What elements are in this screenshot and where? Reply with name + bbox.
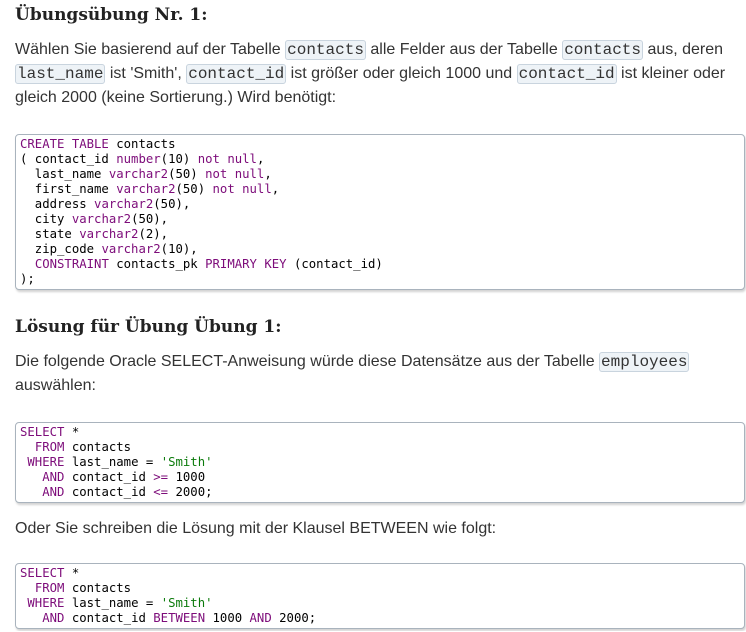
- code-token: AND: [249, 611, 272, 625]
- code-token: contact_id: [64, 611, 154, 625]
- code-token: last_name =: [64, 596, 161, 610]
- code-token: WHERE: [27, 596, 65, 610]
- solution-heading: Lösung für Übung Übung 1:: [15, 317, 282, 337]
- code-token: 'Smith': [160, 596, 213, 610]
- code-token: varchar2: [101, 242, 161, 256]
- code-token: 1000: [168, 470, 206, 484]
- between-description: Oder Sie schreiben die Lösung mit der Kl…: [15, 520, 497, 537]
- code-token: <=: [153, 485, 169, 499]
- inline-code-column: contact_id: [516, 64, 617, 84]
- code-token: PRIMARY KEY: [205, 257, 287, 271]
- code-token: 2000;: [271, 611, 317, 625]
- code-token: varchar2: [71, 212, 132, 226]
- create-table-code-block[interactable]: CREATE TABLE contacts ( contact_id numbe…: [15, 134, 745, 290]
- code-token: ,: [256, 152, 265, 166]
- code-token: zip_code: [20, 242, 102, 256]
- code-token: 2000;: [168, 485, 213, 499]
- code-token: last_name =: [64, 455, 161, 469]
- code-token: (2),: [138, 227, 169, 241]
- code-token: last_name: [20, 167, 109, 181]
- inline-code-column: contact_id: [186, 64, 287, 84]
- code-token: state: [20, 227, 80, 241]
- code-token: *: [64, 566, 80, 580]
- code-token: varchar2: [108, 167, 169, 181]
- code-token: ,: [271, 182, 280, 196]
- code-token: (50): [175, 182, 213, 196]
- code-token: (10),: [160, 242, 198, 256]
- code-token: (contact_id): [286, 257, 383, 271]
- code-token: contacts: [64, 440, 132, 454]
- between-query-code-block[interactable]: SELECT * FROM contacts WHERE last_name =…: [15, 563, 745, 629]
- solution-description: Die folgende Oracle SELECT-Anweisung wür…: [15, 352, 690, 394]
- code-token: first_name: [20, 182, 117, 196]
- code-token: SELECT: [20, 425, 65, 439]
- code-token: FROM: [34, 440, 65, 454]
- code-token: SELECT: [20, 566, 65, 580]
- code-token: not null: [205, 167, 265, 181]
- code-token: city: [20, 212, 72, 226]
- inline-code-table: contacts: [285, 40, 366, 60]
- exercise-description: Wählen Sie basierend auf der Tabelle con…: [15, 40, 726, 106]
- code-token: AND: [42, 485, 65, 499]
- code-token: AND: [42, 470, 65, 484]
- code-token: FROM: [34, 581, 65, 595]
- code-token: >=: [153, 470, 169, 484]
- exercise-heading: Übungsübung Nr. 1:: [15, 5, 208, 25]
- code-token: varchar2: [79, 227, 139, 241]
- code-token: (50),: [153, 197, 191, 211]
- code-token: varchar2: [116, 182, 176, 196]
- code-token: varchar2: [94, 197, 154, 211]
- code-token: (10): [160, 152, 198, 166]
- code-token: contact_id: [64, 485, 154, 499]
- inline-code-column: last_name: [15, 64, 106, 84]
- code-token: AND: [42, 611, 65, 625]
- code-token: (50),: [131, 212, 169, 226]
- code-token: 1000: [205, 611, 250, 625]
- code-token: contacts_pk: [108, 257, 206, 271]
- code-token: WHERE: [27, 455, 65, 469]
- code-token: ,: [264, 167, 272, 181]
- code-token: not null: [212, 182, 272, 196]
- code-token: contacts: [64, 581, 132, 595]
- code-token: );: [20, 272, 35, 286]
- code-token: not null: [197, 152, 257, 166]
- code-token: contacts: [108, 137, 176, 151]
- article: Übungsübung Nr. 1: Wählen Sie basierend …: [0, 0, 745, 629]
- code-token: number: [116, 152, 161, 166]
- code-token: BETWEEN: [153, 611, 206, 625]
- inline-code-table: contacts: [562, 40, 643, 60]
- code-token: CREATE TABLE: [20, 137, 109, 151]
- select-query-code-block[interactable]: SELECT * FROM contacts WHERE last_name =…: [15, 422, 745, 503]
- code-token: *: [64, 425, 80, 439]
- code-token: ( contact_id: [20, 152, 117, 166]
- code-token: contact_id: [64, 470, 154, 484]
- code-token: 'Smith': [160, 455, 213, 469]
- code-token: address: [20, 197, 95, 211]
- code-token: CONSTRAINT: [34, 257, 109, 271]
- inline-code-table: employees: [599, 352, 690, 372]
- code-token: (50): [168, 167, 206, 181]
